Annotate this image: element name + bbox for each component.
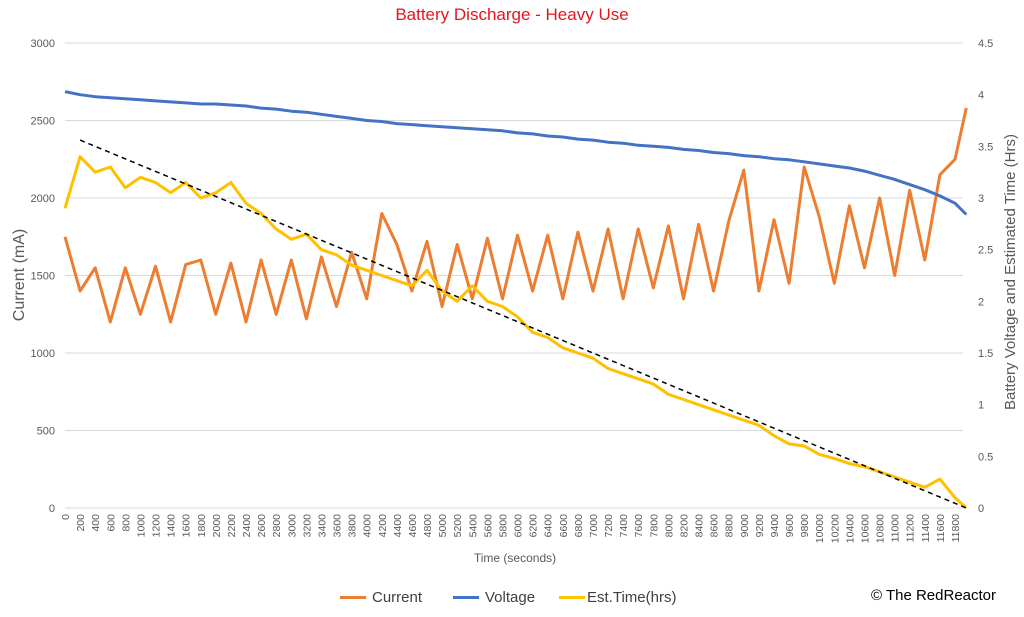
x-tick-label: 200 <box>75 514 87 532</box>
x-tick-label: 8400 <box>694 514 706 538</box>
x-tick-label: 800 <box>120 514 132 532</box>
x-tick-label: 11000 <box>890 514 902 543</box>
x-tick-label: 4800 <box>422 514 434 538</box>
x-tick-label: 7000 <box>588 514 600 538</box>
y-tick-label-left: 500 <box>37 426 55 438</box>
y-tick-label-right: 4.5 <box>978 38 993 50</box>
x-tick-label: 2800 <box>271 514 283 538</box>
x-tick-label: 1600 <box>181 514 193 538</box>
x-tick-label: 2000 <box>211 514 223 538</box>
x-axis-title: Time (seconds) <box>474 551 556 565</box>
legend-label-current: Current <box>372 589 423 606</box>
legend-swatch-est-time <box>559 596 585 599</box>
y-tick-label-left: 2500 <box>31 116 55 128</box>
copyright-text: © The RedReactor <box>871 587 997 604</box>
x-tick-label: 3800 <box>347 514 359 538</box>
y-tick-label-left: 1500 <box>31 271 55 283</box>
legend-label-voltage: Voltage <box>485 589 536 606</box>
x-tick-label: 11400 <box>920 514 932 543</box>
x-tick-label: 600 <box>105 514 117 532</box>
x-tick-label: 5200 <box>452 514 464 538</box>
x-tick-label: 10600 <box>859 514 871 543</box>
y-tick-label-right: 2 <box>978 296 984 308</box>
y-tick-label-left: 3000 <box>31 38 55 50</box>
x-tick-label: 5600 <box>482 514 494 538</box>
x-tick-label: 6000 <box>513 514 525 538</box>
legend-item-est-time: Est.Time(hrs) <box>559 589 676 606</box>
x-tick-label: 3400 <box>316 514 328 538</box>
x-tick-label: 4400 <box>392 514 404 538</box>
x-tick-label: 10000 <box>814 514 826 543</box>
y-tick-label-right: 0 <box>978 503 984 515</box>
x-tick-label: 4200 <box>377 514 389 538</box>
x-tick-label: 7400 <box>618 514 630 538</box>
x-tick-label: 11600 <box>935 514 947 543</box>
x-tick-label: 2400 <box>241 514 253 538</box>
y-axis-title-right: Battery Voltage and Estimated Time (Hrs) <box>1002 134 1019 410</box>
x-tick-label: 5000 <box>437 514 449 538</box>
x-tick-label: 1000 <box>135 514 147 538</box>
x-tick-label: 9800 <box>799 514 811 538</box>
x-tick-label: 7200 <box>603 514 615 538</box>
legend-item-voltage: Voltage <box>453 589 535 606</box>
x-tick-label: 6400 <box>543 514 555 538</box>
x-tick-label: 8800 <box>724 514 736 538</box>
legend-swatch-current <box>340 596 366 599</box>
legend-swatch-voltage <box>453 596 479 599</box>
x-tick-label: 6800 <box>573 514 585 538</box>
x-tick-label: 6200 <box>528 514 540 538</box>
x-tick-label: 5400 <box>467 514 479 538</box>
x-tick-label: 2600 <box>256 514 268 538</box>
x-tick-label: 8200 <box>678 514 690 538</box>
x-tick-label: 7800 <box>648 514 660 538</box>
x-tick-label: 3000 <box>286 514 298 538</box>
y-tick-label-right: 0.5 <box>978 451 993 463</box>
y-tick-label-left: 2000 <box>31 193 55 205</box>
y-tick-label-right: 3.5 <box>978 141 993 153</box>
x-tick-label: 6600 <box>558 514 570 538</box>
x-tick-label: 1800 <box>196 514 208 538</box>
y-tick-label-left: 1000 <box>31 348 55 360</box>
x-tick-label: 0 <box>60 514 72 520</box>
x-tick-label: 10200 <box>829 514 841 543</box>
y-tick-label-right: 4 <box>978 90 984 102</box>
y-tick-label-right: 3 <box>978 193 984 205</box>
y-tick-label-right: 2.5 <box>978 245 993 257</box>
x-tick-label: 1200 <box>151 514 163 538</box>
y-axis-title-left: Current (mA) <box>11 229 28 321</box>
chart-plot: 05001000150020002500300000.511.522.533.5… <box>11 38 1019 565</box>
x-tick-label: 9000 <box>739 514 751 538</box>
x-tick-label: 11800 <box>950 514 962 543</box>
x-tick-label: 11200 <box>905 514 917 543</box>
x-tick-label: 4600 <box>407 514 419 538</box>
x-tick-label: 8000 <box>663 514 675 538</box>
x-tick-label: 8600 <box>709 514 721 538</box>
x-tick-label: 9600 <box>784 514 796 538</box>
x-tick-label: 400 <box>90 514 102 532</box>
x-tick-label: 4000 <box>362 514 374 538</box>
x-tick-label: 10800 <box>875 514 887 543</box>
x-tick-label: 1400 <box>166 514 178 538</box>
x-tick-label: 3600 <box>332 514 344 538</box>
x-tick-label: 2200 <box>226 514 238 538</box>
x-tick-label: 3200 <box>301 514 313 538</box>
x-tick-label: 7600 <box>633 514 645 538</box>
legend-label-est-time: Est.Time(hrs) <box>587 589 677 606</box>
x-tick-label: 9400 <box>769 514 781 538</box>
y-tick-label-right: 1 <box>978 400 984 412</box>
y-tick-label-right: 1.5 <box>978 348 993 360</box>
y-tick-label-left: 0 <box>49 503 55 515</box>
x-tick-label: 5800 <box>497 514 509 538</box>
x-tick-label: 9200 <box>754 514 766 538</box>
est-time-series-line <box>63 155 968 510</box>
current-series-line <box>63 107 968 324</box>
x-tick-label: 10400 <box>844 514 856 543</box>
legend-item-current: Current <box>340 589 422 606</box>
